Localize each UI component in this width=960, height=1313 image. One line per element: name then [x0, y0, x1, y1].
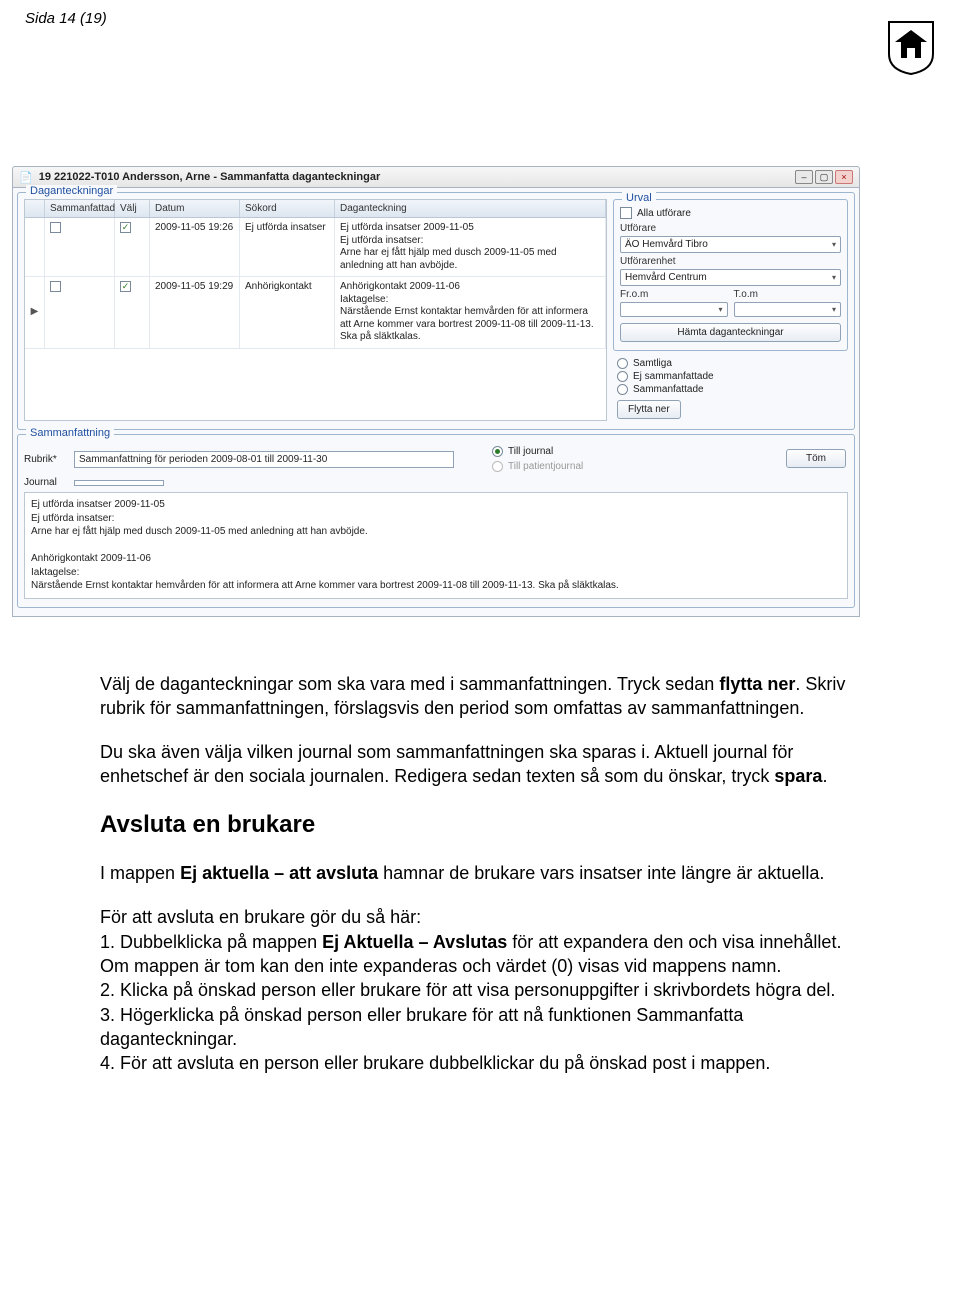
maximize-button[interactable]: ▢ — [815, 170, 833, 184]
from-label: Fr.o.m — [620, 289, 728, 300]
rubrik-input[interactable]: Sammanfattning för perioden 2009-08-01 t… — [74, 451, 454, 468]
col-marker — [25, 200, 45, 217]
alla-utforare-label: Alla utförare — [637, 208, 691, 219]
col-datum[interactable]: Datum — [150, 200, 240, 217]
table-row[interactable]: ▶ 2009-11-05 19:29 Anhörigkontakt Anhöri… — [25, 277, 606, 349]
filter-ej-sammanfattade[interactable]: Ej sammanfattade — [617, 370, 844, 383]
tom-button[interactable]: Töm — [786, 449, 846, 468]
window-titlebar: 📄 19 221022-T010 Andersson, Arne - Samma… — [12, 166, 860, 188]
utforarenhet-label: Utförarenhet — [620, 256, 841, 267]
journal-input[interactable] — [74, 480, 164, 486]
daganteckningar-table: Sammanfattad Välj Datum Sökord Daganteck… — [24, 199, 607, 421]
cell-text: Anhörigkontakt 2009-11-06 Iaktagelse: Nä… — [335, 277, 606, 348]
row-marker-icon: ▶ — [25, 277, 45, 348]
col-valj[interactable]: Välj — [115, 200, 150, 217]
tom-label: T.o.m — [734, 289, 842, 300]
urval-group: Urval Alla utförare Utförare ÄO Hemvård … — [613, 199, 848, 351]
cell-valj[interactable] — [115, 277, 150, 348]
filter-sammanfattade[interactable]: Sammanfattade — [617, 383, 844, 396]
table-row[interactable]: 2009-11-05 19:26 Ej utförda insatser Ej … — [25, 218, 606, 277]
cell-datum: 2009-11-05 19:29 — [150, 277, 240, 348]
from-date-input[interactable]: ▾ — [620, 302, 728, 317]
rubrik-label: Rubrik* — [24, 454, 66, 465]
cell-datum: 2009-11-05 19:26 — [150, 218, 240, 276]
close-button[interactable]: × — [835, 170, 853, 184]
till-patientjournal-radio[interactable]: Till patientjournal — [492, 460, 583, 473]
col-sokord[interactable]: Sökord — [240, 200, 335, 217]
utforarenhet-select[interactable]: Hemvård Centrum ▾ — [620, 269, 841, 286]
cell-valj[interactable] — [115, 218, 150, 276]
summary-textarea[interactable]: Ej utförda insatser 2009-11-05 Ej utförd… — [24, 492, 848, 599]
cell-sammanfattad[interactable] — [45, 277, 115, 348]
daganteckningar-group: Daganteckningar Sammanfattad Välj Datum … — [17, 192, 855, 430]
chevron-down-icon: ▾ — [832, 273, 836, 282]
tom-date-input[interactable]: ▾ — [734, 302, 842, 317]
sammanfattning-group: Sammanfattning Rubrik* Sammanfattning fö… — [17, 434, 855, 608]
page-number: Sida 14 (19) — [25, 10, 107, 27]
utforare-select[interactable]: ÄO Hemvård Tibro ▾ — [620, 236, 841, 253]
utforare-label: Utförare — [620, 223, 841, 234]
section-heading: Avsluta en brukare — [100, 809, 860, 841]
group-title: Daganteckningar — [26, 185, 117, 197]
journal-label: Journal — [24, 477, 66, 488]
window-title: 19 221022-T010 Andersson, Arne - Sammanf… — [39, 171, 381, 183]
group-title: Sammanfattning — [26, 427, 114, 439]
chevron-down-icon: ▾ — [832, 240, 836, 249]
col-sammanfattad[interactable]: Sammanfattad — [45, 200, 115, 217]
group-title: Urval — [622, 192, 656, 204]
till-journal-radio[interactable]: Till journal — [492, 445, 583, 458]
cell-sammanfattad[interactable] — [45, 218, 115, 276]
cell-text: Ej utförda insatser 2009-11-05 Ej utförd… — [335, 218, 606, 276]
filter-samtliga[interactable]: Samtliga — [617, 357, 844, 370]
col-daganteckning[interactable]: Daganteckning — [335, 200, 606, 217]
paragraph: Du ska även välja vilken journal som sam… — [100, 740, 860, 789]
alla-utforare-checkbox[interactable]: Alla utförare — [620, 206, 841, 220]
municipality-logo-icon — [887, 20, 935, 76]
minimize-button[interactable]: – — [795, 170, 813, 184]
chevron-down-icon: ▾ — [832, 305, 836, 314]
window-icon: 📄 — [19, 171, 33, 184]
paragraph: För att avsluta en brukare gör du så här… — [100, 905, 860, 1075]
cell-sokord: Anhörigkontakt — [240, 277, 335, 348]
paragraph: I mappen Ej aktuella – att avsluta hamna… — [100, 861, 860, 885]
paragraph: Välj de daganteckningar som ska vara med… — [100, 672, 860, 721]
utforare-value: ÄO Hemvård Tibro — [625, 239, 708, 250]
utforarenhet-value: Hemvård Centrum — [625, 272, 707, 283]
application-window: 📄 19 221022-T010 Andersson, Arne - Samma… — [12, 166, 860, 617]
flytta-ner-button[interactable]: Flytta ner — [617, 400, 681, 419]
cell-sokord: Ej utförda insatser — [240, 218, 335, 276]
hamta-daganteckningar-button[interactable]: Hämta daganteckningar — [620, 323, 841, 342]
chevron-down-icon: ▾ — [718, 305, 722, 314]
row-marker — [25, 218, 45, 276]
document-body: Välj de daganteckningar som ska vara med… — [0, 647, 960, 1136]
